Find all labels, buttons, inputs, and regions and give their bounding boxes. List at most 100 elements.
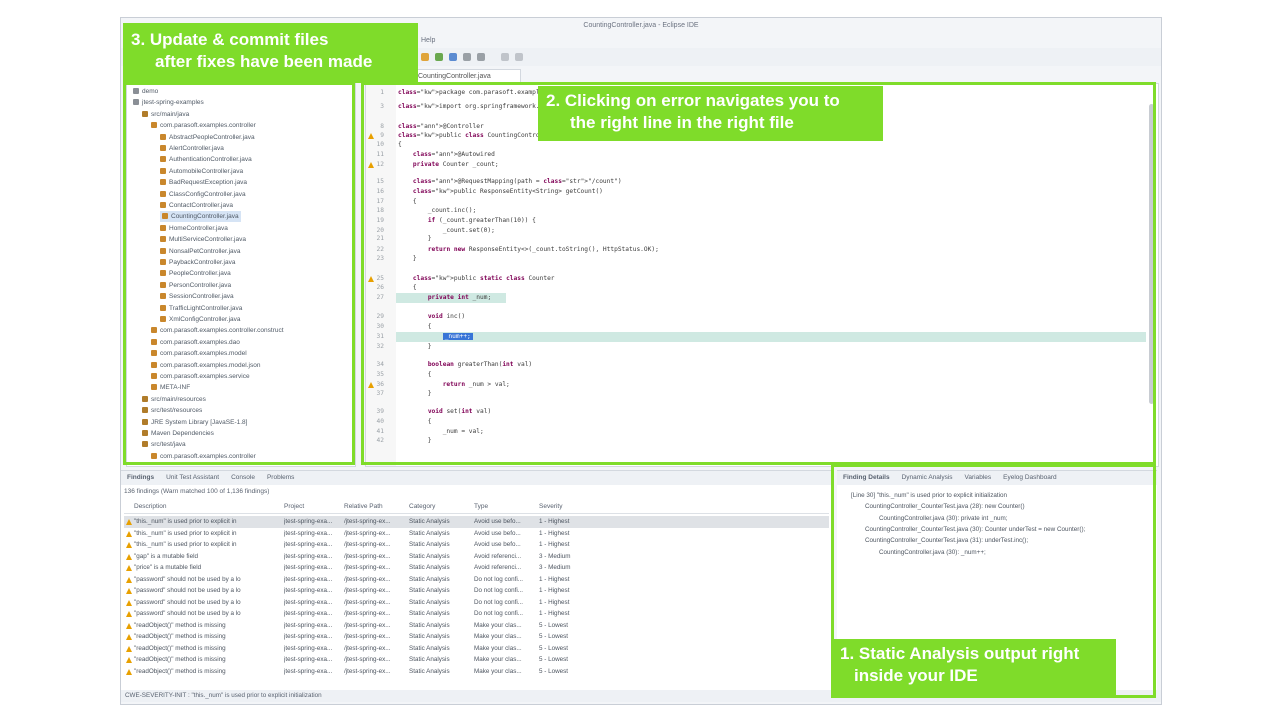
code-line[interactable]: 11 class="ann">@Autowired — [366, 150, 495, 160]
toolbar-nav-icon[interactable] — [477, 53, 485, 61]
warning-marker-icon[interactable] — [368, 382, 374, 388]
tree-item[interactable]: BadRequestException.java — [160, 177, 247, 188]
details-tree-item[interactable]: [Line 30] "this._num" is used prior to e… — [851, 491, 1007, 501]
table-row[interactable]: "password" should not be used by a lo jte… — [124, 597, 829, 609]
tree-item[interactable]: com.parasoft.examples.controller — [151, 120, 256, 131]
tree-item[interactable]: com.parasoft.examples.controller — [151, 451, 256, 462]
details-tree-item[interactable]: CountingController.java (30): private in… — [879, 514, 1007, 524]
tree-item[interactable]: XmlConfigController.java — [160, 314, 241, 325]
details-tree-item[interactable]: CountingController_CounterTest.java (31)… — [865, 536, 1028, 546]
toolbar-search-icon[interactable] — [463, 53, 471, 61]
warning-marker-icon[interactable] — [368, 133, 374, 139]
table-row[interactable]: "price" is a mutable field jtest-spring-e… — [124, 562, 829, 574]
code-line[interactable]: 3 class="kw">import org.springframework.b… — [366, 102, 554, 112]
tree-item[interactable]: com.parasoft.examples.dao — [151, 337, 240, 348]
details-tab[interactable]: Finding Details — [843, 474, 890, 481]
tree-item[interactable]: ContactController.java — [160, 200, 233, 211]
tree-item[interactable]: com.parasoft.examples.controller.constru… — [151, 325, 284, 336]
details-tab[interactable]: Dynamic Analysis — [902, 474, 953, 481]
toolbar-back-icon[interactable] — [501, 53, 509, 61]
table-row[interactable]: "this._num" is used prior to explicit in… — [124, 539, 829, 551]
code-line[interactable]: 29 void inc() — [366, 312, 466, 322]
details-tree-item[interactable]: CountingController_CounterTest.java (28)… — [865, 502, 1025, 512]
tree-item[interactable]: Maven Dependencies — [142, 428, 214, 439]
table-row[interactable]: "readObject()" method is missing jtest-sp… — [124, 654, 829, 666]
table-row[interactable]: "readObject()" method is missing jtest-sp… — [124, 666, 829, 678]
table-row[interactable]: "readObject()" method is missing jtest-sp… — [124, 631, 829, 643]
tree-item[interactable]: HomeController.java — [160, 223, 228, 234]
code-line[interactable]: 12 private Counter _count; — [366, 160, 499, 170]
tree-item[interactable]: PersonController.java — [160, 280, 231, 291]
tree-item[interactable]: TrafficLightController.java — [160, 303, 242, 314]
details-tree-item[interactable]: CountingController.java (30): _num++; — [879, 548, 986, 558]
table-row[interactable]: "this._num" is used prior to explicit in… — [124, 516, 829, 528]
table-row[interactable]: "this._num" is used prior to explicit in… — [124, 528, 829, 540]
column-header[interactable]: Category — [409, 501, 471, 513]
toolbar-run-icon[interactable] — [421, 53, 429, 61]
tree-item[interactable]: META-INF — [151, 382, 190, 393]
tree-item[interactable]: com.parasoft.examples.model.json — [151, 360, 260, 371]
details-tab[interactable]: Eyelog Dashboard — [1003, 474, 1056, 481]
tree-item[interactable]: CountingController.java — [160, 211, 241, 223]
column-header[interactable]: Project — [284, 501, 342, 513]
tree-item[interactable]: src/test/resources — [142, 405, 202, 416]
editor-tab[interactable]: CountingController.java — [411, 69, 521, 82]
tree-item[interactable]: com.parasoft.examples.model — [151, 348, 247, 359]
table-row[interactable]: "gap" is a mutable field jtest-spring-exa… — [124, 551, 829, 563]
code-line[interactable]: 34 boolean greaterThan(int val) — [366, 360, 533, 370]
code-line[interactable]: 21 } — [366, 234, 432, 244]
tree-item[interactable]: NonsalPetController.java — [160, 246, 241, 257]
warning-marker-icon[interactable] — [368, 162, 374, 168]
findings-tab[interactable]: Findings — [127, 474, 154, 481]
table-row[interactable]: "password" should not be used by a lo jte… — [124, 585, 829, 597]
code-line[interactable]: 1 class="kw">package com.parasoft.example… — [366, 88, 554, 98]
findings-tab[interactable]: Console — [231, 474, 255, 481]
code-line[interactable]: 19 if (_count.greaterThan(10)) { — [366, 216, 536, 226]
details-tree-item[interactable]: CountingController_CounterTest.java (30)… — [865, 525, 1085, 535]
tree-item[interactable]: demo — [133, 86, 158, 97]
code-line[interactable]: 10 { — [366, 140, 402, 150]
toolbar-debug-icon[interactable] — [435, 53, 443, 61]
code-line[interactable]: 31 _num++; — [366, 332, 473, 342]
code-line[interactable]: 40 { — [366, 417, 432, 427]
column-header[interactable]: Relative Path — [344, 501, 406, 513]
tree-item[interactable]: PeopleController.java — [160, 268, 231, 279]
tree-item[interactable]: JRE System Library [JavaSE-1.8] — [142, 417, 247, 428]
code-line[interactable]: 30 { — [366, 322, 432, 332]
editor-scrollbar[interactable] — [1149, 104, 1154, 404]
table-row[interactable]: "readObject()" method is missing jtest-sp… — [124, 643, 829, 655]
tree-item[interactable]: SessionController.java — [160, 291, 234, 302]
tree-item[interactable]: com.parasoft.examples.service — [151, 371, 250, 382]
toolbar-forward-icon[interactable] — [515, 53, 523, 61]
code-line[interactable]: 23 } — [366, 254, 417, 264]
table-row[interactable]: "password" should not be used by a lo jte… — [124, 608, 829, 620]
code-line[interactable]: 35 { — [366, 370, 432, 380]
tree-item[interactable]: src/main/java — [142, 109, 189, 120]
code-line[interactable]: 16 class="kw">public ResponseEntity<Stri… — [366, 187, 603, 197]
code-line[interactable]: 15 class="ann">@RequestMapping(path = cl… — [366, 177, 622, 187]
code-line[interactable]: 42 } — [366, 436, 432, 446]
warning-marker-icon[interactable] — [368, 276, 374, 282]
column-header[interactable]: Severity — [539, 501, 599, 513]
code-line[interactable]: 26 { — [366, 283, 417, 293]
tree-item[interactable]: MultiServiceController.java — [160, 234, 246, 245]
tree-item[interactable]: PaybackController.java — [160, 257, 235, 268]
details-tab[interactable]: Variables — [965, 474, 992, 481]
findings-tab[interactable]: Problems — [267, 474, 294, 481]
tree-item[interactable]: AuthenticationController.java — [160, 154, 252, 165]
toolbar-analyze-icon[interactable] — [449, 53, 457, 61]
code-line[interactable]: 32 } — [366, 342, 432, 352]
tree-item[interactable]: jtest-spring-examples — [133, 97, 204, 108]
tree-item[interactable]: src/test/java — [142, 439, 186, 450]
table-row[interactable]: "password" should not be used by a lo jte… — [124, 574, 829, 586]
column-header[interactable]: Type — [474, 501, 536, 513]
code-line[interactable]: 37 } — [366, 389, 432, 399]
code-line[interactable]: 39 void set(int val) — [366, 407, 492, 417]
tree-item[interactable]: AbstractPeopleController.java — [160, 132, 255, 143]
column-header[interactable]: Description — [134, 501, 279, 513]
tree-item[interactable]: AlertController.java — [160, 143, 224, 154]
table-row[interactable]: "readObject()" method is missing jtest-sp… — [124, 620, 829, 632]
tree-item[interactable]: src/main/resources — [142, 394, 206, 405]
code-line[interactable]: 27 private int _num; — [366, 293, 492, 303]
tree-item[interactable]: ClassConfigController.java — [160, 189, 246, 200]
